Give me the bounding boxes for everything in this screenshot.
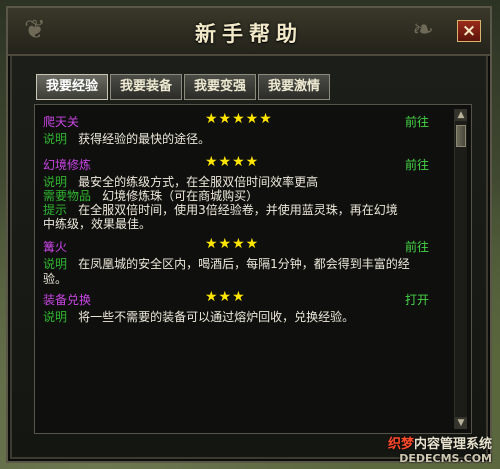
- scroll-thumb[interactable]: [456, 125, 466, 147]
- entry-line: 说明 在凤凰城的安全区内，喝酒后，每隔1分钟，都会得到丰富的经: [43, 253, 410, 272]
- goto-link[interactable]: 前往: [405, 156, 429, 173]
- rating-stars-icon: ★★★★: [205, 154, 260, 170]
- entry-line: 验。: [43, 268, 67, 287]
- goto-link[interactable]: 前往: [405, 113, 429, 130]
- open-link[interactable]: 打开: [405, 291, 429, 308]
- rating-stars-icon: ★★★★★: [205, 111, 273, 127]
- list-item: 装备兑换 ★★★ 打开 说明 将一些不需要的装备可以通过熔炉回收，兑换经验。: [43, 289, 443, 327]
- line-text: 中练级，效果最佳。: [43, 217, 152, 231]
- tab-passion[interactable]: 我要激情: [258, 74, 330, 100]
- scroll-up-icon[interactable]: ▲: [455, 109, 467, 121]
- tab-stronger[interactable]: 我要变强: [184, 74, 256, 100]
- help-window: ❦ 新手帮助 ❧ × 我要经验 我要装备 我要变强 我要激情 爬天关 ★★★★★…: [6, 6, 492, 463]
- rating-stars-icon: ★★★★: [205, 236, 260, 252]
- title-bar[interactable]: ❦ 新手帮助 ❧ ×: [8, 8, 490, 56]
- rating-stars-icon: ★★★: [205, 289, 246, 305]
- close-button[interactable]: ×: [457, 20, 481, 42]
- list-item: 幻境修炼 ★★★★ 前往 说明 最安全的练级方式，在全服双倍时间效率更高 需要物…: [43, 154, 443, 236]
- line-text: 获得经验的最快的途径。: [78, 132, 211, 146]
- line-label: 说明: [43, 132, 68, 146]
- watermark-line2: DEDECMS.COM: [399, 452, 492, 465]
- entry-line: 中练级，效果最佳。: [43, 213, 151, 232]
- list-item: 篝火 ★★★★ 前往 说明 在凤凰城的安全区内，喝酒后，每隔1分钟，都会得到丰富…: [43, 236, 443, 287]
- scrollbar[interactable]: ▲ ▼: [454, 109, 467, 429]
- tab-equipment[interactable]: 我要装备: [110, 74, 182, 100]
- watermark: 织梦内容管理系统 DEDECMS.COM: [388, 433, 492, 465]
- line-label: 说明: [43, 310, 68, 324]
- entry-line: 说明 获得经验的最快的途径。: [43, 128, 210, 147]
- tab-bar: 我要经验 我要装备 我要变强 我要激情: [36, 74, 330, 102]
- line-text: 在凤凰城的安全区内，喝酒后，每隔1分钟，都会得到丰富的经: [78, 257, 410, 271]
- watermark-line1: 织梦内容管理系统: [387, 437, 492, 452]
- line-text: 验。: [43, 272, 68, 286]
- scroll-down-icon[interactable]: ▼: [455, 417, 467, 429]
- line-text: 将一些不需要的装备可以通过熔炉回收，兑换经验。: [78, 310, 355, 324]
- right-ornament-icon: ❧: [412, 15, 434, 45]
- entry-line: 说明 将一些不需要的装备可以通过熔炉回收，兑换经验。: [43, 306, 354, 325]
- help-list-panel: 爬天关 ★★★★★ 前往 说明 获得经验的最快的途径。 幻境修炼 ★★★★ 前往…: [34, 104, 472, 434]
- list-item: 爬天关 ★★★★★ 前往 说明 获得经验的最快的途径。: [43, 111, 443, 153]
- tab-experience[interactable]: 我要经验: [36, 74, 108, 100]
